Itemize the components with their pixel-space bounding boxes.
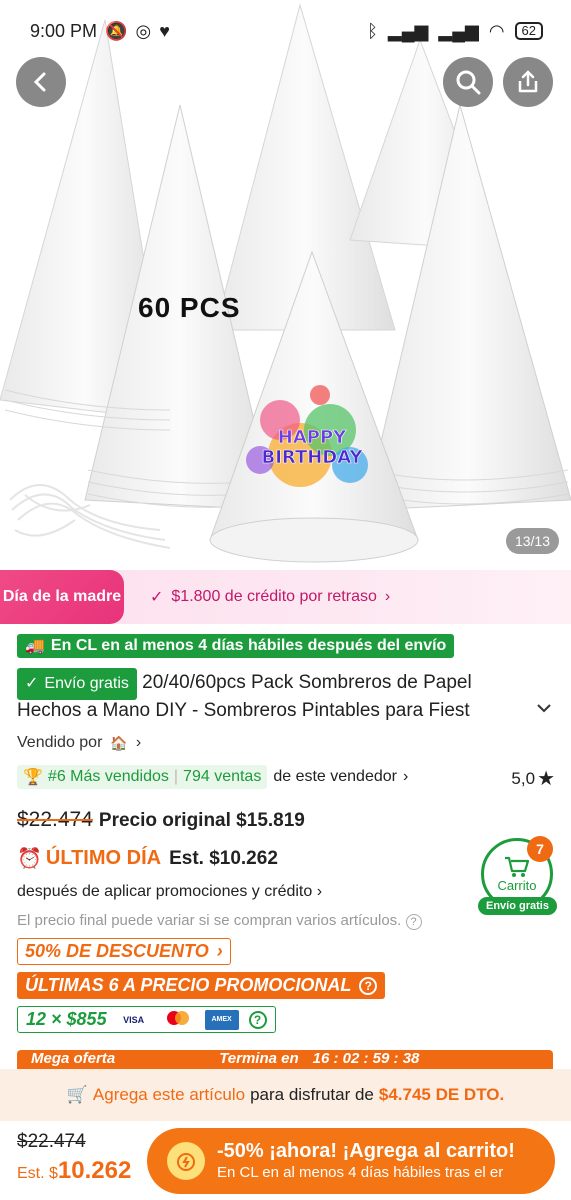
after-promo-text: después de aplicar promociones y crédito	[17, 883, 313, 900]
cart-icon	[505, 856, 530, 877]
share-button[interactable]	[503, 57, 553, 107]
check-icon: ✓	[150, 589, 164, 606]
bestseller-tag: 🏆 #6 Más vendidos | 794 ventas	[17, 765, 268, 789]
chevron-down-icon	[537, 704, 551, 713]
add-bar-part2: para disfrutar de	[250, 1085, 374, 1104]
rating-value: 5,0	[511, 768, 536, 788]
image-page-indicator: 13/13	[505, 528, 559, 554]
title-line-1: 20/40/60pcs Pack Sombreros de Papel	[142, 672, 472, 693]
expand-title-button[interactable]	[536, 700, 552, 721]
bestseller-suffix: de este vendedor	[273, 768, 397, 785]
mega-timer: 16 : 02 : 59 : 38	[312, 1050, 420, 1067]
estimated-price: Est. $10.262	[169, 847, 278, 869]
original-price: Precio original $15.819	[98, 810, 305, 831]
alarm-clock-icon	[167, 1142, 205, 1180]
installments-tag[interactable]: 12 × $855 VISA AMEX ?	[17, 1006, 276, 1033]
truck-icon: 🚚	[25, 638, 45, 655]
mothers-day-badge: Día de la madre	[0, 570, 124, 624]
cart-label: Carrito	[497, 877, 537, 893]
bestseller-link[interactable]: 🏆 #6 Más vendidos | 794 ventas de este v…	[17, 765, 408, 789]
heart-icon: ♥	[159, 20, 170, 41]
chevron-left-icon	[33, 72, 46, 92]
add-bar-part1: Agrega este artículo	[92, 1085, 246, 1104]
bottom-bar: $22.474 Est. $10.262 -50% ¡ahora! ¡Agreg…	[0, 1121, 571, 1200]
chevron-right-icon: ›	[135, 734, 142, 751]
free-shipping-tag: ✓ Envío gratis	[17, 668, 137, 700]
bestseller-rank: #6 Más vendidos	[47, 768, 169, 785]
seller-link[interactable]: Vendido por 🏠 ›	[17, 734, 141, 752]
search-icon	[456, 70, 481, 95]
bottom-old-price: $22.474	[17, 1131, 86, 1152]
chevron-right-icon: ›	[316, 883, 323, 900]
free-shipping-text: Envío gratis	[44, 675, 129, 692]
cart-free-shipping: Envío gratis	[478, 897, 557, 915]
check-icon: ✓	[25, 675, 39, 692]
trophy-icon: 🏆	[23, 769, 43, 786]
mastercard-icon	[160, 1009, 195, 1030]
question-icon[interactable]: ?	[405, 914, 422, 930]
last-day-label: ⏰ ÚLTIMO DÍA	[17, 847, 162, 870]
add-to-cart-button[interactable]: -50% ¡ahora! ¡Agrega al carrito! En CL e…	[147, 1128, 555, 1194]
cta-subtitle: En CL en al menos 4 días hábiles tras el…	[217, 1164, 504, 1181]
signal-icon: ▂▄▆	[387, 20, 429, 41]
product-title[interactable]: ✓ Envío gratis 20/40/60pcs Pack Sombrero…	[17, 668, 557, 700]
cart-plus-icon: 🛒	[66, 1085, 88, 1104]
sold-by-label: Vendido por	[17, 734, 103, 751]
add-item-banner[interactable]: 🛒 Agrega este artículo para disfrutar de…	[0, 1069, 571, 1121]
status-time: 9:00 PM	[30, 20, 98, 41]
bluetooth-icon: ᛒ	[367, 20, 378, 41]
add-bar-amount: $4.745 DE DTO.	[378, 1085, 505, 1104]
pcs-label: 60 PCS	[138, 292, 241, 323]
svg-text:HAPPY: HAPPY	[278, 427, 347, 448]
question-icon: ?	[248, 1010, 267, 1029]
mute-icon: 🔕	[105, 20, 128, 41]
price-note: El precio final puede variar si se compr…	[17, 912, 422, 930]
back-button[interactable]	[16, 57, 66, 107]
delivery-text: En CL en al menos 4 días hábiles después…	[50, 637, 447, 654]
amex-icon: AMEX	[204, 1009, 239, 1030]
product-image[interactable]: HAPPY BIRTHDAY 9:00 PM 🔕 ◎ ♥ ᛒ ▂▄▆ ▂▄▆ ◠…	[0, 0, 571, 570]
last-units-tag[interactable]: ÚLTIMAS 6 A PRECIO PROMOCIONAL ?	[17, 972, 386, 999]
share-icon	[518, 70, 538, 93]
signal-icon-2: ▂▄▆	[438, 20, 479, 41]
svg-text:BIRTHDAY: BIRTHDAY	[262, 447, 364, 468]
alarm-clock-icon: ⏰	[17, 848, 42, 870]
mega-offer-label: Mega oferta	[31, 1050, 116, 1067]
whatsapp-icon: ◎	[135, 20, 152, 41]
discount-tag[interactable]: 50% DE DESCUENTO ›	[17, 938, 231, 965]
promo-details-link[interactable]: después de aplicar promociones y crédito…	[17, 883, 322, 901]
star-icon: ★	[537, 768, 555, 790]
credit-text: $1.800 de crédito por retraso	[171, 588, 377, 605]
wifi-icon: ◠	[488, 20, 505, 41]
question-icon: ?	[359, 976, 378, 995]
chevron-right-icon: ›	[384, 588, 391, 605]
cta-title: -50% ¡ahora! ¡Agrega al carrito!	[217, 1140, 515, 1162]
chevron-right-icon: ›	[402, 768, 409, 785]
old-price: $22.474	[17, 808, 93, 831]
bottom-est-price: Est. $10.262	[17, 1157, 132, 1184]
delivery-tag: 🚚 En CL en al menos 4 días hábiles despu…	[17, 634, 455, 658]
rating[interactable]: 5,0 ★	[511, 766, 555, 791]
promo-banner[interactable]: Día de la madre ✓ $1.800 de crédito por …	[0, 570, 571, 624]
credit-link[interactable]: ✓ $1.800 de crédito por retraso ›	[150, 587, 390, 607]
title-line-2: Hechos a Mano DIY - Sombreros Pintables …	[17, 700, 470, 721]
search-button[interactable]	[443, 57, 493, 107]
seller-avatar: 🏠	[110, 734, 128, 751]
visa-icon: VISA	[116, 1009, 151, 1030]
chevron-right-icon: ›	[216, 941, 223, 961]
battery-icon: 62	[514, 22, 543, 40]
cart-count-badge: 7	[527, 836, 553, 862]
status-bar: 9:00 PM 🔕 ◎ ♥ ᛒ ▂▄▆ ▂▄▆ ◠ 62	[0, 0, 571, 62]
sales-count: 794 ventas	[183, 768, 262, 785]
mega-ends-label: Termina en	[219, 1050, 299, 1067]
